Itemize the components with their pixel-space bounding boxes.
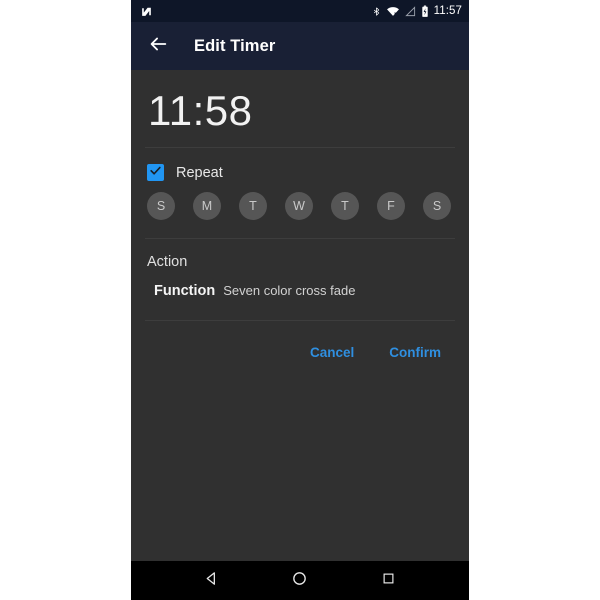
day-toggle-wednesday[interactable]: W <box>285 192 313 221</box>
repeat-checkbox[interactable] <box>147 164 164 182</box>
app-bar: Edit Timer <box>131 22 469 70</box>
function-row[interactable]: Function Seven color cross fade <box>145 283 455 299</box>
edit-timer-content: 11:58 Repeat S M T W T F S Action Functi… <box>131 70 469 561</box>
android-n-icon <box>140 5 153 18</box>
status-bar-clock: 11:57 <box>433 5 462 17</box>
day-toggle-saturday[interactable]: S <box>423 192 451 221</box>
nav-home-icon <box>291 570 308 592</box>
page-title: Edit Timer <box>194 36 276 55</box>
status-bar-system-icons: 11:57 <box>372 5 462 18</box>
back-button[interactable] <box>145 33 171 59</box>
function-value: Seven color cross fade <box>223 283 356 299</box>
arrow-left-icon <box>147 33 169 60</box>
divider-after-days <box>145 238 455 240</box>
nav-back-button[interactable] <box>194 564 228 598</box>
day-toggle-thursday[interactable]: T <box>331 192 359 221</box>
dialog-actions: Cancel Confirm <box>145 343 455 362</box>
day-toggle-sunday[interactable]: S <box>147 192 175 221</box>
battery-charging-icon <box>421 5 429 18</box>
divider-after-time <box>145 147 455 149</box>
function-label: Function <box>154 283 216 300</box>
action-section-label: Action <box>147 254 188 271</box>
repeat-label: Repeat <box>176 164 223 181</box>
nav-back-icon <box>203 570 220 592</box>
confirm-button[interactable]: Confirm <box>385 343 445 362</box>
android-nav-bar <box>131 561 469 600</box>
nav-home-button[interactable] <box>283 564 317 598</box>
check-icon <box>149 164 162 182</box>
wifi-off-icon <box>386 5 400 18</box>
day-toggle-friday[interactable]: F <box>377 192 405 221</box>
divider-after-action <box>145 320 455 322</box>
repeat-row[interactable]: Repeat <box>145 164 455 182</box>
status-bar-notifications <box>140 5 153 18</box>
nav-recents-icon <box>381 571 396 591</box>
signal-off-icon <box>404 5 416 18</box>
nav-recents-button[interactable] <box>372 564 406 598</box>
day-toggle-tuesday[interactable]: T <box>239 192 267 221</box>
day-toggle-monday[interactable]: M <box>193 192 221 221</box>
phone-screen: 11:57 Edit Timer 11:58 Repeat S M T W T … <box>131 0 469 600</box>
repeat-days-row: S M T W T F S <box>145 192 455 221</box>
timer-time-display[interactable]: 11:58 <box>145 70 455 135</box>
cancel-button[interactable]: Cancel <box>306 343 358 362</box>
status-bar: 11:57 <box>131 0 469 22</box>
screenshot-root: 11:57 Edit Timer 11:58 Repeat S M T W T … <box>0 0 600 600</box>
bluetooth-icon <box>372 5 381 18</box>
